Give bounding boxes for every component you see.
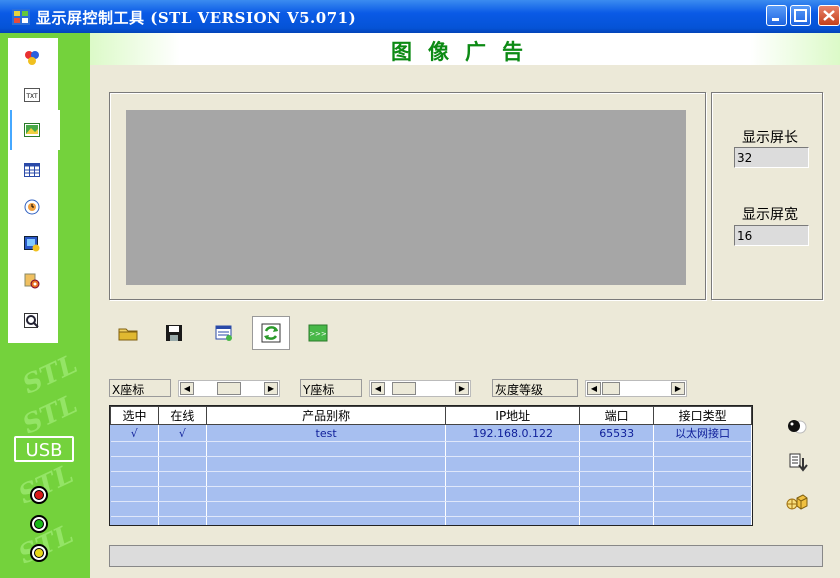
column-header-selected[interactable]: 选中 bbox=[110, 406, 159, 425]
sidebar-item-preview[interactable] bbox=[24, 313, 40, 329]
network-button[interactable] bbox=[786, 492, 808, 514]
x-coordinate-slider[interactable]: ◀ ▶ bbox=[178, 380, 280, 397]
download-icon bbox=[789, 453, 808, 472]
refresh-button[interactable] bbox=[252, 316, 290, 350]
usb-button[interactable]: USB bbox=[14, 436, 74, 462]
txt-icon-label: TXT bbox=[25, 93, 38, 100]
display-width-label: 显示屏宽 bbox=[742, 207, 798, 223]
toggle-icon bbox=[788, 420, 807, 434]
close-button[interactable] bbox=[818, 5, 840, 26]
sidebar-item-animation[interactable] bbox=[24, 236, 40, 252]
table-row-empty bbox=[110, 456, 752, 472]
slider-right-arrow[interactable]: ▶ bbox=[264, 382, 278, 395]
sidebar-item-image[interactable] bbox=[24, 122, 40, 138]
x-coordinate-label: X座标 bbox=[109, 379, 171, 397]
open-folder-icon bbox=[118, 328, 138, 341]
txt-icon: TXT bbox=[24, 88, 40, 102]
send-button[interactable]: >>> bbox=[307, 322, 329, 344]
send-icon: >>> bbox=[308, 324, 328, 342]
slider-right-arrow[interactable]: ▶ bbox=[455, 382, 469, 395]
table-header-row: 选中 在线 产品别称 IP地址 端口 接口类型 bbox=[110, 406, 752, 425]
table-row-empty bbox=[110, 441, 752, 457]
window-title: 显示屏控制工具 (STL VERSION V5.071) bbox=[36, 9, 357, 27]
program-icon bbox=[215, 325, 232, 341]
slider-thumb[interactable] bbox=[602, 382, 620, 395]
slider-thumb[interactable] bbox=[392, 382, 416, 395]
cell-selected[interactable]: √ bbox=[110, 424, 159, 442]
sidebar-panel bbox=[8, 38, 58, 343]
toggle-button[interactable] bbox=[786, 416, 808, 438]
animation-icon bbox=[24, 236, 40, 252]
display-length-field[interactable]: 32 bbox=[734, 147, 809, 168]
cell-ip: 192.168.0.122 bbox=[445, 424, 581, 442]
yellow-led-icon bbox=[30, 544, 48, 562]
column-header-ip[interactable]: IP地址 bbox=[445, 406, 581, 425]
cell-port: 65533 bbox=[579, 424, 655, 442]
save-icon bbox=[166, 325, 182, 341]
gray-level-slider[interactable]: ◀ ▶ bbox=[585, 380, 687, 397]
slider-left-arrow[interactable]: ◀ bbox=[371, 382, 385, 395]
gray-level-label: 灰度等级 bbox=[492, 379, 578, 397]
red-led-icon bbox=[30, 486, 48, 504]
table-icon bbox=[24, 163, 40, 177]
column-header-interface[interactable]: 接口类型 bbox=[653, 406, 752, 425]
minimize-button[interactable] bbox=[766, 5, 787, 26]
colors-icon bbox=[25, 51, 39, 65]
sidebar-item-table[interactable] bbox=[24, 162, 40, 178]
svg-text:>>>: >>> bbox=[309, 330, 327, 338]
green-led-icon bbox=[30, 515, 48, 533]
clock-icon bbox=[24, 199, 40, 215]
display-width-field[interactable]: 16 bbox=[734, 225, 809, 246]
program-button[interactable] bbox=[213, 322, 235, 344]
slider-left-arrow[interactable]: ◀ bbox=[180, 382, 194, 395]
device-table: 选中 在线 产品别称 IP地址 端口 接口类型 √ √ test 192.168… bbox=[109, 405, 753, 526]
page-title: 图像广告 bbox=[391, 39, 539, 64]
cell-alias: test bbox=[206, 424, 447, 442]
table-row[interactable]: √ √ test 192.168.0.122 65533 以太网接口 bbox=[110, 424, 752, 442]
table-row-empty bbox=[110, 501, 752, 517]
maximize-button[interactable] bbox=[790, 5, 811, 26]
slider-left-arrow[interactable]: ◀ bbox=[587, 382, 601, 395]
slider-right-arrow[interactable]: ▶ bbox=[671, 382, 685, 395]
sidebar-item-colors[interactable] bbox=[24, 50, 40, 66]
app-icon bbox=[12, 9, 30, 25]
status-bar bbox=[109, 545, 823, 567]
y-coordinate-label: Y座标 bbox=[300, 379, 362, 397]
table-row-empty bbox=[110, 516, 752, 525]
table-row-empty bbox=[110, 486, 752, 502]
slider-thumb[interactable] bbox=[217, 382, 241, 395]
cell-online: √ bbox=[158, 424, 207, 442]
display-size-panel bbox=[711, 92, 823, 300]
column-header-alias[interactable]: 产品别称 bbox=[205, 406, 447, 425]
display-length-label: 显示屏长 bbox=[742, 130, 798, 146]
preview-icon bbox=[24, 313, 39, 328]
open-folder-button[interactable] bbox=[117, 322, 139, 344]
image-icon bbox=[24, 123, 40, 137]
y-coordinate-slider[interactable]: ◀ ▶ bbox=[369, 380, 471, 397]
column-header-port[interactable]: 端口 bbox=[579, 406, 655, 425]
cell-interface: 以太网接口 bbox=[653, 424, 752, 442]
sidebar-item-txt[interactable]: TXT bbox=[24, 87, 40, 103]
save-button[interactable] bbox=[163, 322, 185, 344]
download-button[interactable] bbox=[788, 452, 810, 474]
sidebar-item-clock[interactable] bbox=[24, 199, 40, 215]
table-row-empty bbox=[110, 471, 752, 487]
led-preview-screen bbox=[126, 110, 686, 285]
network-icon bbox=[786, 494, 808, 510]
refresh-icon bbox=[261, 323, 281, 343]
sidebar-item-settings[interactable] bbox=[24, 273, 40, 289]
column-header-online[interactable]: 在线 bbox=[157, 406, 207, 425]
settings-icon bbox=[24, 273, 40, 289]
